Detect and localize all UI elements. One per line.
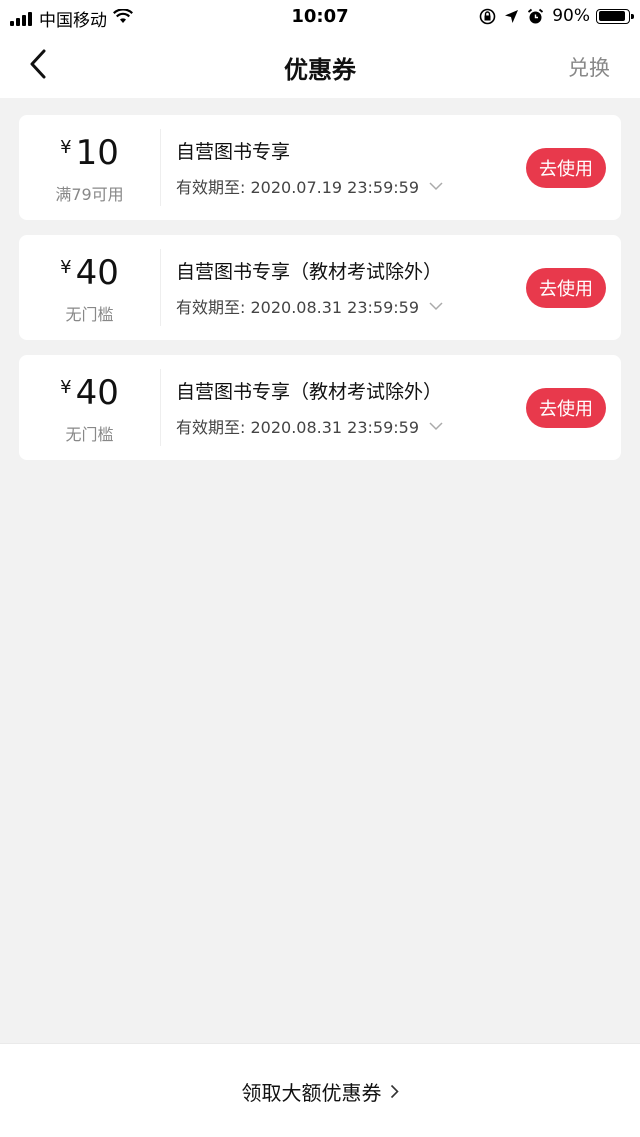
bottom-bar: 领取大额优惠券 xyxy=(0,1043,640,1137)
get-big-coupons-link[interactable]: 领取大额优惠券 xyxy=(0,1077,640,1106)
coupon-card: ¥40 无门槛 自营图书专享（教材考试除外） 有效期至: 2020.08.31 … xyxy=(19,355,621,460)
currency-symbol: ¥ xyxy=(60,257,72,278)
coupon-condition: 满79可用 xyxy=(55,185,124,204)
chevron-down-icon[interactable] xyxy=(429,181,443,191)
coupon-expiry: 有效期至: 2020.08.31 23:59:59 xyxy=(176,298,420,317)
status-bar: 中国移动 10:07 90% xyxy=(0,0,640,34)
coupon-amount: 40 xyxy=(75,373,119,413)
coupon-amount-area: ¥40 无门槛 xyxy=(19,235,160,340)
coupon-list: ¥10 满79可用 自营图书专享 有效期至: 2020.07.19 23:59:… xyxy=(19,115,621,475)
coupon-divider xyxy=(160,249,161,326)
redeem-button[interactable]: 兑换 xyxy=(568,52,610,82)
battery-tip xyxy=(631,13,634,19)
coupon-title: 自营图书专享（教材考试除外） xyxy=(176,261,443,283)
coupon-title: 自营图书专享（教材考试除外） xyxy=(176,381,443,403)
coupon-info: 自营图书专享 有效期至: 2020.07.19 23:59:59 xyxy=(176,137,511,198)
chevron-down-icon[interactable] xyxy=(429,421,443,431)
coupon-amount: 40 xyxy=(75,253,119,293)
coupon-divider xyxy=(160,129,161,206)
coupon-card: ¥40 无门槛 自营图书专享（教材考试除外） 有效期至: 2020.08.31 … xyxy=(19,235,621,340)
rotation-lock-icon xyxy=(479,8,496,25)
coupon-title: 自营图书专享 xyxy=(176,141,291,163)
coupon-amount: 10 xyxy=(75,133,119,173)
use-coupon-button[interactable]: 去使用 xyxy=(526,268,606,308)
alarm-icon xyxy=(527,8,544,25)
chevron-down-icon[interactable] xyxy=(429,301,443,311)
coupon-condition: 无门槛 xyxy=(65,425,114,444)
coupon-amount-line: ¥10 xyxy=(19,133,160,173)
currency-symbol: ¥ xyxy=(60,137,72,158)
coupon-card: ¥10 满79可用 自营图书专享 有效期至: 2020.07.19 23:59:… xyxy=(19,115,621,220)
battery-percent: 90% xyxy=(552,6,590,26)
get-big-coupons-label: 领取大额优惠券 xyxy=(241,1081,382,1105)
currency-symbol: ¥ xyxy=(60,377,72,398)
battery-level-fill xyxy=(598,11,625,21)
coupon-amount-area: ¥40 无门槛 xyxy=(19,355,160,460)
coupon-expiry-row[interactable]: 有效期至: 2020.07.19 23:59:59 xyxy=(176,174,511,198)
coupon-expiry-row[interactable]: 有效期至: 2020.08.31 23:59:59 xyxy=(176,294,511,318)
battery-icon xyxy=(596,8,634,24)
use-coupon-button[interactable]: 去使用 xyxy=(526,148,606,188)
status-right: 90% xyxy=(471,6,634,26)
coupon-info: 自营图书专享（教材考试除外） 有效期至: 2020.08.31 23:59:59 xyxy=(176,377,511,438)
coupon-amount-line: ¥40 xyxy=(19,253,160,293)
coupon-info: 自营图书专享（教材考试除外） 有效期至: 2020.08.31 23:59:59 xyxy=(176,257,511,318)
nav-bar: 优惠券 兑换 xyxy=(0,34,640,98)
coupon-expiry: 有效期至: 2020.08.31 23:59:59 xyxy=(176,418,420,437)
page-title: 优惠券 xyxy=(284,56,356,84)
chevron-right-icon xyxy=(390,1084,399,1099)
coupon-divider xyxy=(160,369,161,446)
coupon-condition: 无门槛 xyxy=(65,305,114,324)
coupon-amount-area: ¥10 满79可用 xyxy=(19,115,160,220)
coupon-amount-line: ¥40 xyxy=(19,373,160,413)
location-arrow-icon xyxy=(504,9,519,24)
coupon-expiry: 有效期至: 2020.07.19 23:59:59 xyxy=(176,178,420,197)
coupon-expiry-row[interactable]: 有效期至: 2020.08.31 23:59:59 xyxy=(176,414,511,438)
use-coupon-button[interactable]: 去使用 xyxy=(526,388,606,428)
